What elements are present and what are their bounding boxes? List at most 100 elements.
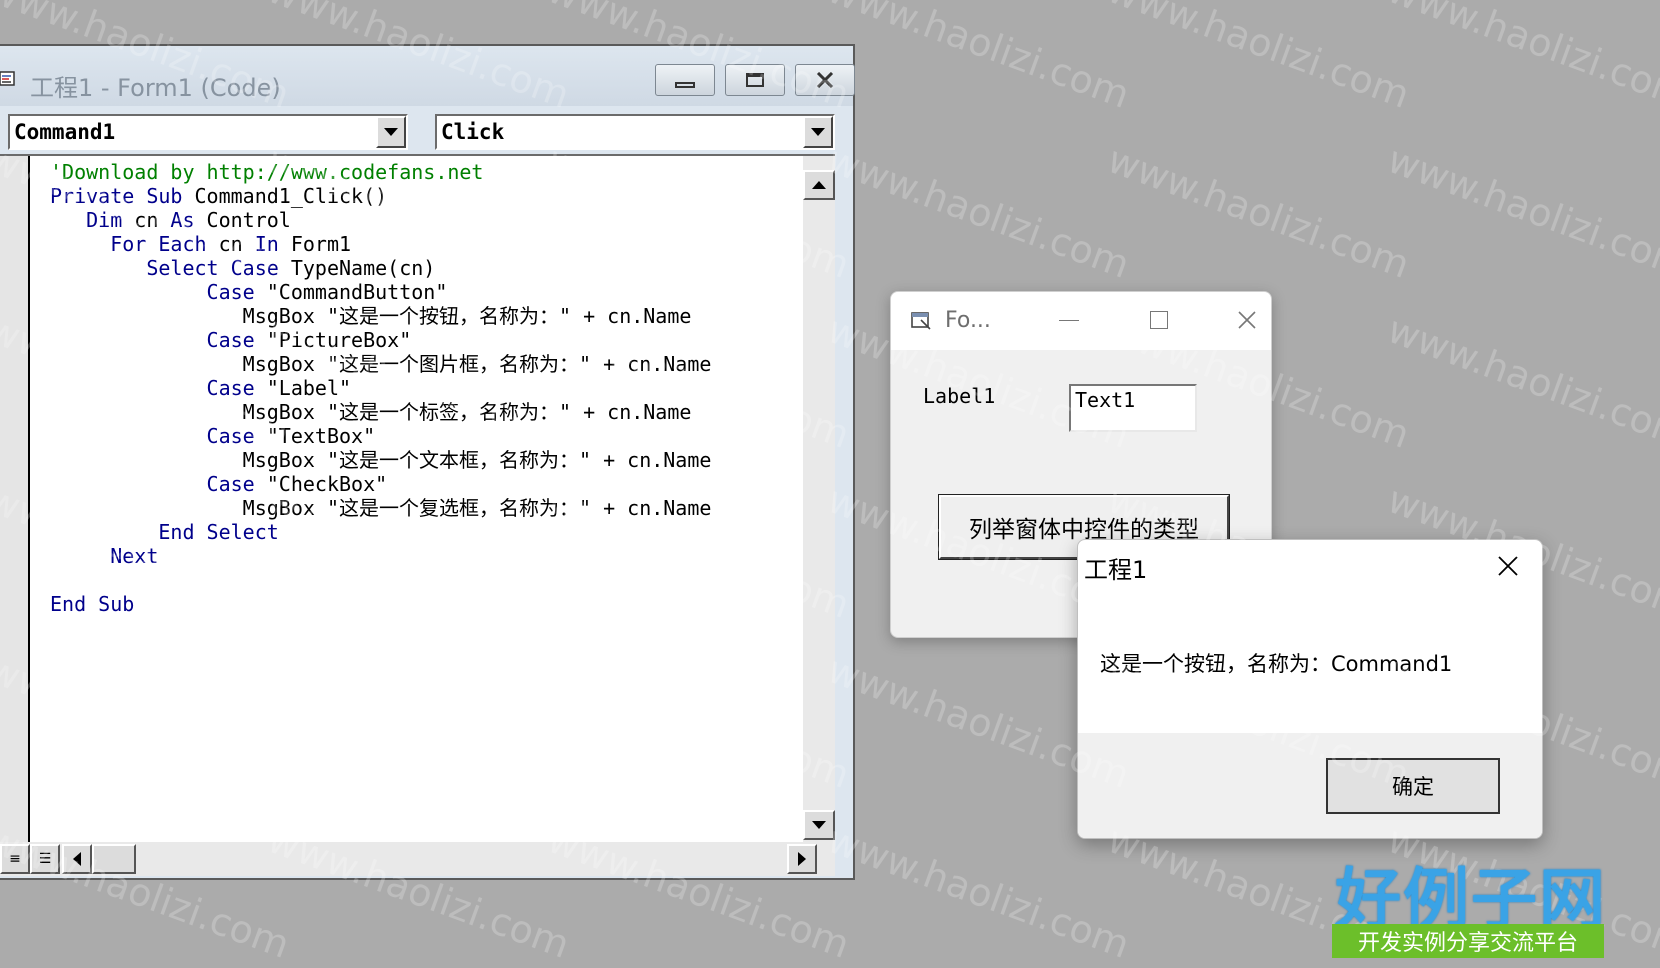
- code-line[interactable]: [50, 568, 711, 592]
- code-margin[interactable]: [0, 156, 30, 842]
- code-token: "CommandButton": [266, 280, 448, 304]
- code-token: As: [170, 208, 207, 232]
- code-line[interactable]: For Each cn In Form1: [50, 232, 711, 256]
- horizontal-scrollbar[interactable]: ≡ ☰: [0, 842, 835, 876]
- code-line[interactable]: Select Case TypeName(cn): [50, 256, 711, 280]
- code-token: "CheckBox": [266, 472, 388, 496]
- code-token: End Sub: [50, 592, 135, 616]
- scroll-up-button[interactable]: [803, 170, 835, 200]
- code-token: MsgBox "这是一个标签，名称为：" + cn.Name: [50, 400, 692, 424]
- code-line[interactable]: Case "PictureBox": [50, 328, 711, 352]
- code-token: Case: [50, 328, 267, 352]
- ok-button[interactable]: 确定: [1326, 758, 1500, 814]
- close-button[interactable]: [795, 64, 855, 96]
- code-line[interactable]: Case "CommandButton": [50, 280, 711, 304]
- code-editor[interactable]: 'Download by http://www.codefans.net Priv…: [0, 154, 835, 842]
- scroll-right-button[interactable]: [787, 844, 817, 874]
- code-window-title: 工程1 - Form1 (Code): [30, 74, 281, 102]
- watermark-text: www.haolizi.com: [822, 817, 1136, 967]
- code-token: 'Download by http://www.codefans.net: [50, 160, 484, 184]
- object-combo-dropdown-button[interactable]: [376, 116, 406, 148]
- code-token: End Select: [50, 520, 279, 544]
- vertical-scrollbar[interactable]: [803, 156, 835, 842]
- watermark-text: www.haolizi.com: [1382, 0, 1660, 117]
- horizontal-scroll-thumb[interactable]: [92, 844, 136, 874]
- code-token: Private Sub: [50, 184, 195, 208]
- code-line[interactable]: End Sub: [50, 592, 711, 616]
- code-window-titlebar[interactable]: 工程1 - Form1 (Code): [0, 46, 855, 106]
- scroll-left-button[interactable]: [62, 844, 92, 874]
- watermark-text: www.haolizi.com: [1102, 137, 1416, 287]
- code-line[interactable]: Case "Label": [50, 376, 711, 400]
- maximize-icon: [1150, 311, 1168, 329]
- procedure-combo-value: Click: [441, 120, 505, 144]
- code-line[interactable]: Dim cn As Control: [50, 208, 711, 232]
- code-text[interactable]: 'Download by http://www.codefans.net Priv…: [50, 160, 711, 616]
- code-line[interactable]: MsgBox "这是一个图片框，名称为：" + cn.Name: [50, 352, 712, 376]
- code-line[interactable]: MsgBox "这是一个复选框，名称为：" + cn.Name: [50, 496, 712, 520]
- object-combo-value: Command1: [14, 120, 116, 144]
- code-line[interactable]: Case "CheckBox": [50, 472, 711, 496]
- watermark-text: www.haolizi.com: [1382, 137, 1660, 287]
- code-token: "PictureBox": [266, 328, 412, 352]
- code-token: Select Case: [50, 256, 291, 280]
- form1-minimize-button[interactable]: [1051, 304, 1087, 336]
- site-logo-tagline: 开发实例分享交流平台: [1332, 924, 1604, 958]
- code-token: MsgBox "这是一个图片框，名称为：" + cn.Name: [50, 352, 712, 376]
- code-window-icon: [0, 71, 15, 86]
- form1-title: Fo...: [945, 308, 991, 333]
- procedure-view-button[interactable]: ≡: [0, 844, 30, 874]
- form1-maximize-button[interactable]: [1141, 304, 1177, 336]
- watermark-text: www.haolizi.com: [822, 137, 1136, 287]
- code-token: Case: [50, 280, 267, 304]
- label1: Label1: [923, 384, 996, 408]
- code-token: Command1_Click(): [194, 184, 388, 208]
- arrow-left-icon: [73, 852, 81, 866]
- text1-input[interactable]: Text1: [1069, 384, 1197, 432]
- code-line[interactable]: Private Sub Command1_Click(): [50, 184, 711, 208]
- scroll-down-button[interactable]: [803, 810, 835, 840]
- procedure-view-icon: ≡: [9, 851, 21, 867]
- code-line[interactable]: MsgBox "这是一个标签，名称为：" + cn.Name: [50, 400, 711, 424]
- form1-close-button[interactable]: [1229, 304, 1265, 336]
- procedure-combo[interactable]: Click: [435, 114, 835, 150]
- minimize-icon: [675, 82, 695, 88]
- full-module-view-icon: ☰: [38, 851, 52, 867]
- form-icon: [911, 312, 931, 330]
- form1-titlebar[interactable]: Fo...: [891, 292, 1271, 350]
- code-token: In: [254, 232, 291, 256]
- code-token: Form1: [290, 232, 352, 256]
- restore-button[interactable]: [725, 64, 785, 96]
- msgbox-close-button[interactable]: [1490, 548, 1526, 584]
- arrow-right-icon: [798, 852, 806, 866]
- procedure-combo-dropdown-button[interactable]: [803, 116, 833, 148]
- code-line[interactable]: 'Download by http://www.codefans.net: [50, 160, 711, 184]
- code-token: Control: [206, 208, 291, 232]
- chevron-down-icon: [384, 128, 398, 136]
- watermark-text: www.haolizi.com: [1382, 307, 1660, 457]
- close-icon: [816, 72, 834, 88]
- code-line[interactable]: MsgBox "这是一个按钮，名称为：" + cn.Name: [50, 304, 711, 328]
- code-token: Dim: [50, 208, 135, 232]
- object-combo[interactable]: Command1: [8, 114, 408, 150]
- watermark-text: www.haolizi.com: [1102, 0, 1416, 117]
- msgbox-dialog[interactable]: 工程1 这是一个按钮，名称为：Command1 确定: [1077, 539, 1543, 839]
- watermark-text: www.haolizi.com: [822, 0, 1136, 117]
- chevron-down-icon: [811, 128, 825, 136]
- code-token: Case: [50, 424, 267, 448]
- code-line[interactable]: MsgBox "这是一个文本框，名称为：" + cn.Name: [50, 448, 712, 472]
- code-token: Case: [50, 376, 267, 400]
- code-line[interactable]: Next: [50, 544, 711, 568]
- code-window[interactable]: 工程1 - Form1 (Code) Command1 Click 'Downl…: [0, 44, 855, 880]
- code-line[interactable]: Case "TextBox": [50, 424, 711, 448]
- close-icon: [1238, 311, 1256, 329]
- code-line[interactable]: End Select: [50, 520, 711, 544]
- arrow-down-icon: [812, 821, 826, 829]
- restore-icon: [746, 73, 764, 87]
- code-token: MsgBox "这是一个文本框，名称为：" + cn.Name: [50, 448, 712, 472]
- code-token: TypeName(cn): [290, 256, 436, 280]
- msgbox-title: 工程1: [1084, 556, 1148, 584]
- minimize-icon: [1059, 319, 1079, 321]
- full-module-view-button[interactable]: ☰: [30, 844, 60, 874]
- minimize-button[interactable]: [655, 64, 715, 96]
